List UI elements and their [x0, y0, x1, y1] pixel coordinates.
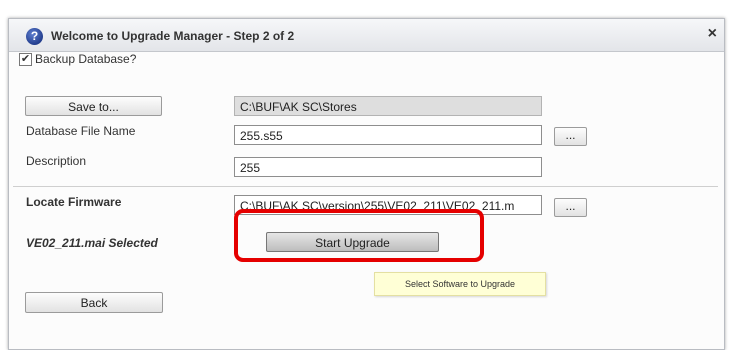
help-icon[interactable]: ?: [26, 28, 43, 45]
locate-firmware-label: Locate Firmware: [26, 195, 122, 209]
database-file-name-label: Database File Name: [26, 124, 136, 138]
save-path-field: C:\BUF\AK SC\Stores: [234, 96, 542, 116]
upgrade-tooltip: Select Software to Upgrade: [374, 272, 546, 296]
database-file-browse-button[interactable]: ...: [554, 127, 587, 146]
start-upgrade-highlight: [234, 209, 484, 262]
database-file-name-input[interactable]: 255.s55: [234, 125, 542, 145]
dialog-title: Welcome to Upgrade Manager - Step 2 of 2: [51, 29, 295, 43]
description-input[interactable]: 255: [234, 157, 542, 177]
close-icon[interactable]: ×: [708, 25, 717, 43]
backup-database-checkbox[interactable]: ✔: [19, 53, 32, 66]
section-divider: [13, 186, 718, 187]
description-label: Description: [26, 154, 87, 168]
backup-database-label: Backup Database?: [35, 52, 137, 66]
back-button[interactable]: Back: [25, 292, 163, 313]
firmware-browse-button[interactable]: ...: [554, 198, 587, 217]
save-to-button[interactable]: Save to...: [25, 96, 162, 116]
dialog-titlebar: ? Welcome to Upgrade Manager - Step 2 of…: [9, 19, 724, 52]
firmware-selected-status: VE02_211.mai Selected: [26, 236, 158, 250]
